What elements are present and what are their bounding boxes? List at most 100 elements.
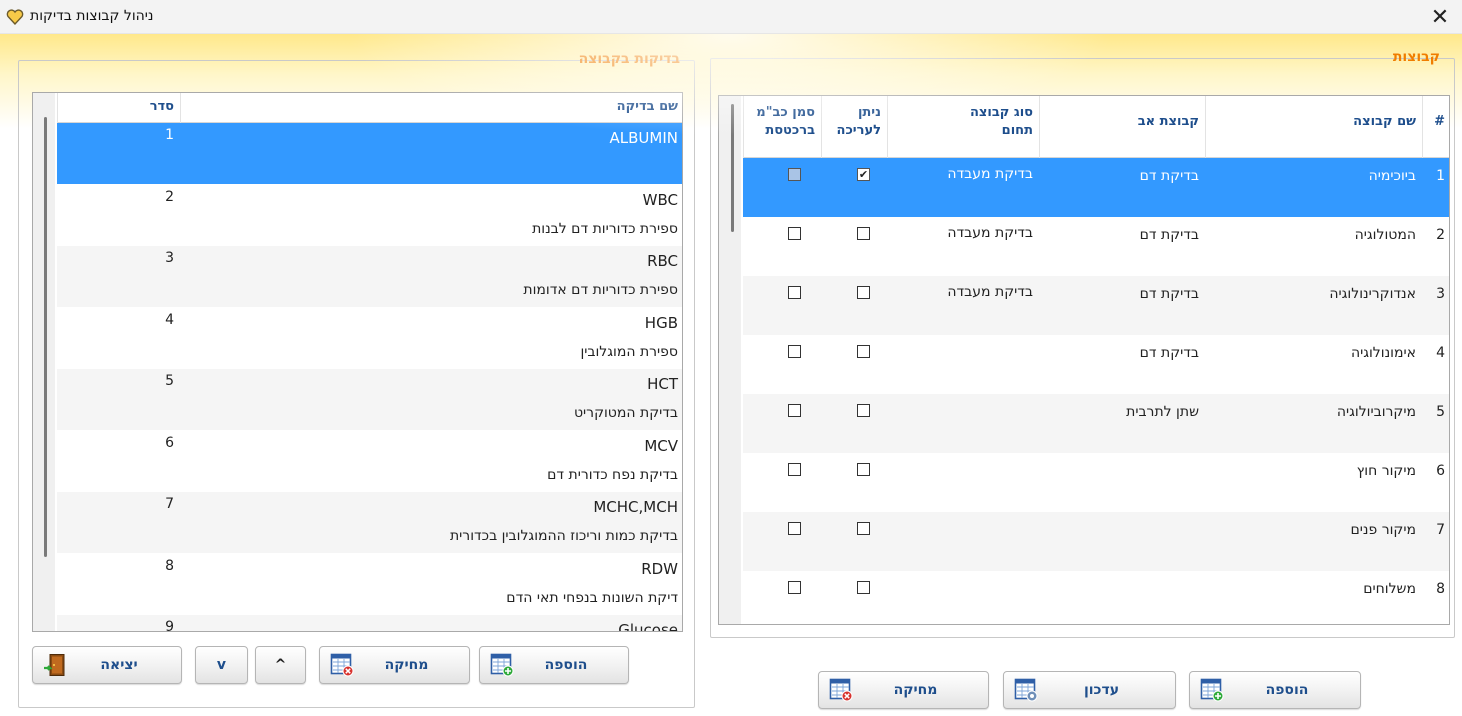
edit-table-icon (1014, 678, 1038, 702)
mark-checkbox[interactable] (788, 404, 801, 417)
tests-grid[interactable]: שם בדיקה סדר ALBUMIN 1 WBC ספירת כדוריות דם… (32, 92, 683, 632)
group-name: ביוכימיה (1368, 168, 1416, 184)
mark-checkbox[interactable] (788, 227, 801, 240)
groups-update-button[interactable]: עדכון (1003, 671, 1176, 709)
test-row[interactable]: MCHC,MCH בדיקת כמות וריכוז ההמוגלובין בכד… (57, 492, 682, 553)
test-code: HGB (644, 313, 678, 332)
test-code: RBC (647, 252, 678, 270)
tests-add-label: הוספה (544, 657, 588, 673)
group-row[interactable]: 7 מיקור פנים (743, 512, 1449, 571)
test-order: 8 (165, 557, 174, 574)
test-order: 4 (165, 311, 174, 328)
group-parent: בדיקת דם (1139, 227, 1199, 243)
app-heart-icon (6, 9, 24, 26)
group-type: בדיקת מעבדה (947, 166, 1033, 182)
test-row[interactable]: HGB ספירת המוגלובין 4 (57, 307, 682, 369)
tests-scrollbar[interactable] (44, 117, 47, 557)
test-code: Glucose (618, 621, 678, 632)
group-type (887, 571, 1039, 624)
editable-checkbox[interactable] (857, 286, 870, 299)
exit-button[interactable]: יציאה (32, 646, 182, 684)
test-row[interactable]: ALBUMIN 1 (57, 123, 682, 184)
col-header-group-type[interactable]: סוג קבוצה תחום (887, 96, 1039, 158)
mark-checkbox[interactable] (788, 286, 801, 299)
editable-checkbox[interactable]: ✔ (857, 168, 870, 181)
group-parent (1039, 571, 1205, 624)
editable-checkbox[interactable] (857, 404, 870, 417)
move-down-label: v (216, 657, 227, 673)
mark-checkbox[interactable] (788, 522, 801, 535)
editable-checkbox[interactable] (857, 581, 870, 594)
group-name: אימונולוגיה (1350, 345, 1416, 361)
col-header-test-name[interactable]: שם בדיקה (180, 93, 682, 123)
tests-add-button[interactable]: הוספה (479, 646, 629, 684)
test-code: MCV (644, 436, 678, 455)
title-bar: ניהול קבוצות בדיקות ✕ (0, 0, 1462, 34)
mark-checkbox[interactable] (788, 581, 801, 594)
group-parent: בדיקת דם (1139, 345, 1199, 361)
test-description: דיקת השונות בנפחי תאי הדם (506, 589, 678, 606)
test-code: WBC (642, 190, 678, 209)
group-parent (1039, 453, 1205, 512)
group-num: 7 (1436, 522, 1445, 538)
tests-delete-label: מחיקה (384, 657, 429, 673)
group-row[interactable]: 3 אנדוקרינולוגיה בדיקת דם בדיקת מעבדה (743, 276, 1449, 335)
test-description: בדיקת כמות וריכוז ההמוגלובין בכדורית (449, 528, 678, 544)
group-row[interactable]: 4 אימונולוגיה בדיקת דם (743, 335, 1449, 394)
editable-checkbox[interactable] (857, 463, 870, 476)
group-num: 4 (1436, 345, 1445, 361)
test-row[interactable]: RBC ספירת כדוריות דם אדומות 3 (57, 246, 682, 307)
group-parent: שתן לתרבית (1126, 404, 1199, 420)
test-row[interactable]: MCV בדיקת נפח כדורית דם 6 (57, 430, 682, 492)
add-table-icon (1200, 678, 1224, 702)
col-header-group-name[interactable]: שם קבוצה (1205, 96, 1422, 158)
test-row[interactable]: WBC ספירת כדוריות דם לבנות 2 (57, 184, 682, 246)
test-row[interactable]: Glucose 9 (57, 615, 682, 632)
col-header-num[interactable]: # (1422, 96, 1449, 158)
groups-scrollbar[interactable] (731, 104, 734, 232)
editable-checkbox[interactable] (857, 227, 870, 240)
col-header-parent-group[interactable]: קבוצת אב (1039, 96, 1205, 158)
group-name: מיקור חוץ (1356, 463, 1416, 479)
group-num: 5 (1436, 404, 1445, 420)
group-num: 1 (1436, 168, 1445, 184)
group-num: 3 (1436, 286, 1445, 302)
test-code: HCT (647, 375, 678, 393)
test-order: 5 (165, 373, 174, 389)
test-row[interactable]: RDW דיקת השונות בנפחי תאי הדם 8 (57, 553, 682, 615)
group-name: מיקרוביולוגיה (1336, 404, 1416, 420)
group-row[interactable]: 1 ביוכימיה בדיקת דם בדיקת מעבדה ✔ (743, 158, 1449, 217)
group-name: המטולוגיה (1354, 227, 1416, 243)
groups-delete-button[interactable]: מחיקה (818, 671, 989, 709)
group-parent (1039, 512, 1205, 571)
col-header-editable[interactable]: ניתן לעריכה (821, 96, 887, 158)
test-code: RDW (641, 559, 678, 578)
test-row[interactable]: HCT בדיקת המטוקריט 5 (57, 369, 682, 430)
group-type (887, 394, 1039, 453)
groups-grid[interactable]: # שם קבוצה קבוצת אב סוג קבוצה תחום ניתן … (718, 95, 1450, 625)
test-order: 2 (165, 188, 174, 205)
move-up-button[interactable]: ^ (255, 646, 306, 684)
mark-checkbox[interactable] (788, 463, 801, 476)
test-description: ספירת כדוריות דם אדומות (523, 282, 678, 298)
group-row[interactable]: 5 מיקרוביולוגיה שתן לתרבית (743, 394, 1449, 453)
editable-checkbox[interactable] (857, 345, 870, 358)
delete-table-icon (330, 653, 354, 677)
mark-checkbox[interactable] (788, 168, 801, 181)
group-row[interactable]: 6 מיקור חוץ (743, 453, 1449, 512)
group-row[interactable]: 2 המטולוגיה בדיקת דם בדיקת מעבדה (743, 217, 1449, 276)
test-description: ספירת כדוריות דם לבנות (532, 220, 678, 237)
close-icon: ✕ (1430, 4, 1450, 30)
groups-scroll-track[interactable] (719, 96, 741, 624)
mark-checkbox[interactable] (788, 345, 801, 358)
groups-delete-label: מחיקה (893, 682, 938, 698)
col-header-order[interactable]: סדר (57, 93, 180, 123)
close-button[interactable]: ✕ (1418, 0, 1462, 34)
tests-delete-button[interactable]: מחיקה (319, 646, 470, 684)
group-row[interactable]: 8 משלוחים (743, 571, 1449, 624)
move-down-button[interactable]: v (195, 646, 248, 684)
editable-checkbox[interactable] (857, 522, 870, 535)
test-code: ALBUMIN (609, 129, 678, 147)
col-header-mark[interactable]: סמן כב"מ ברכטסת (743, 96, 821, 158)
groups-add-button[interactable]: הוספה (1189, 671, 1361, 709)
